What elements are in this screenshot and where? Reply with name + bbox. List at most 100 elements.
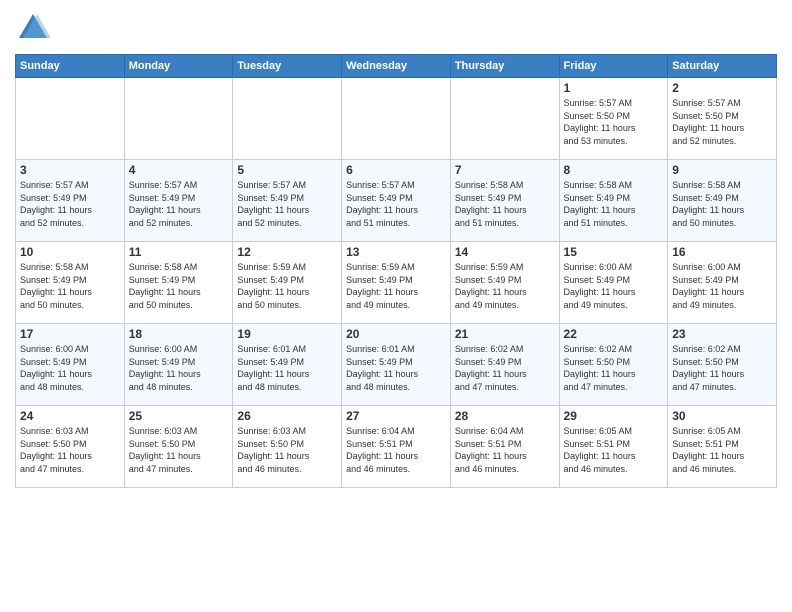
calendar-cell: 28Sunrise: 6:04 AM Sunset: 5:51 PM Dayli… — [450, 406, 559, 488]
day-number: 17 — [20, 327, 120, 341]
weekday-header: Sunday — [16, 55, 125, 78]
day-number: 30 — [672, 409, 772, 423]
weekday-header: Wednesday — [342, 55, 451, 78]
day-number: 5 — [237, 163, 337, 177]
calendar-cell: 16Sunrise: 6:00 AM Sunset: 5:49 PM Dayli… — [668, 242, 777, 324]
day-number: 4 — [129, 163, 229, 177]
day-info: Sunrise: 5:57 AM Sunset: 5:49 PM Dayligh… — [346, 179, 446, 229]
day-info: Sunrise: 6:00 AM Sunset: 5:49 PM Dayligh… — [564, 261, 664, 311]
day-info: Sunrise: 6:03 AM Sunset: 5:50 PM Dayligh… — [129, 425, 229, 475]
calendar-cell: 3 Sunrise: 5:57 AM Sunset: 5:49 PM Daylig… — [16, 160, 125, 242]
calendar-cell — [16, 78, 125, 160]
day-number: 3 — [20, 163, 120, 177]
day-number: 25 — [129, 409, 229, 423]
calendar-cell: 15 Sunrise: 6:00 AM Sunset: 5:49 PM Dayli… — [559, 242, 668, 324]
calendar-cell: 22 Sunrise: 6:02 AM Sunset: 5:50 PM Dayli… — [559, 324, 668, 406]
day-info: Sunrise: 6:03 AM Sunset: 5:50 PM Dayligh… — [20, 425, 120, 475]
calendar-cell: 20 Sunrise: 6:01 AM Sunset: 5:49 PM Dayli… — [342, 324, 451, 406]
day-number: 7 — [455, 163, 555, 177]
calendar-cell: 25 Sunrise: 6:03 AM Sunset: 5:50 PM Dayli… — [124, 406, 233, 488]
day-number: 16 — [672, 245, 772, 259]
header — [15, 10, 777, 46]
calendar-cell: 5 Sunrise: 5:57 AM Sunset: 5:49 PM Daylig… — [233, 160, 342, 242]
calendar-cell: 8 Sunrise: 5:58 AM Sunset: 5:49 PM Daylig… — [559, 160, 668, 242]
calendar-cell — [233, 78, 342, 160]
day-info: Sunrise: 5:57 AM Sunset: 5:49 PM Dayligh… — [237, 179, 337, 229]
calendar-header-row: SundayMondayTuesdayWednesdayThursdayFrid… — [16, 55, 777, 78]
day-info: Sunrise: 5:58 AM Sunset: 5:49 PM Dayligh… — [20, 261, 120, 311]
calendar-week-row: 10 Sunrise: 5:58 AM Sunset: 5:49 PM Dayli… — [16, 242, 777, 324]
day-number: 24 — [20, 409, 120, 423]
day-info: Sunrise: 6:02 AM Sunset: 5:50 PM Dayligh… — [564, 343, 664, 393]
calendar: SundayMondayTuesdayWednesdayThursdayFrid… — [15, 54, 777, 488]
day-number: 18 — [129, 327, 229, 341]
day-info: Sunrise: 5:58 AM Sunset: 5:49 PM Dayligh… — [672, 179, 772, 229]
day-number: 1 — [564, 81, 664, 95]
day-info: Sunrise: 5:59 AM Sunset: 5:49 PM Dayligh… — [346, 261, 446, 311]
day-number: 8 — [564, 163, 664, 177]
calendar-cell: 26 Sunrise: 6:03 AM Sunset: 5:50 PM Dayli… — [233, 406, 342, 488]
calendar-cell: 10 Sunrise: 5:58 AM Sunset: 5:49 PM Dayli… — [16, 242, 125, 324]
day-info: Sunrise: 6:01 AM Sunset: 5:49 PM Dayligh… — [346, 343, 446, 393]
calendar-cell: 4 Sunrise: 5:57 AM Sunset: 5:49 PM Daylig… — [124, 160, 233, 242]
calendar-cell — [450, 78, 559, 160]
page: SundayMondayTuesdayWednesdayThursdayFrid… — [0, 0, 792, 612]
calendar-week-row: 17 Sunrise: 6:00 AM Sunset: 5:49 PM Dayli… — [16, 324, 777, 406]
calendar-week-row: 1 Sunrise: 5:57 AM Sunset: 5:50 PM Daylig… — [16, 78, 777, 160]
calendar-week-row: 3 Sunrise: 5:57 AM Sunset: 5:49 PM Daylig… — [16, 160, 777, 242]
day-info: Sunrise: 6:04 AM Sunset: 5:51 PM Dayligh… — [346, 425, 446, 475]
day-number: 23 — [672, 327, 772, 341]
day-number: 10 — [20, 245, 120, 259]
calendar-cell: 19 Sunrise: 6:01 AM Sunset: 5:49 PM Dayli… — [233, 324, 342, 406]
calendar-week-row: 24 Sunrise: 6:03 AM Sunset: 5:50 PM Dayli… — [16, 406, 777, 488]
day-info: Sunrise: 6:03 AM Sunset: 5:50 PM Dayligh… — [237, 425, 337, 475]
calendar-cell: 30 Sunrise: 6:05 AM Sunset: 5:51 PM Dayli… — [668, 406, 777, 488]
day-info: Sunrise: 6:05 AM Sunset: 5:51 PM Dayligh… — [564, 425, 664, 475]
calendar-cell: 7 Sunrise: 5:58 AM Sunset: 5:49 PM Daylig… — [450, 160, 559, 242]
day-info: Sunrise: 5:58 AM Sunset: 5:49 PM Dayligh… — [455, 179, 555, 229]
day-number: 26 — [237, 409, 337, 423]
calendar-cell: 14Sunrise: 5:59 AM Sunset: 5:49 PM Dayli… — [450, 242, 559, 324]
day-info: Sunrise: 5:57 AM Sunset: 5:50 PM Dayligh… — [564, 97, 664, 147]
calendar-cell: 13 Sunrise: 5:59 AM Sunset: 5:49 PM Dayli… — [342, 242, 451, 324]
day-info: Sunrise: 5:58 AM Sunset: 5:49 PM Dayligh… — [129, 261, 229, 311]
calendar-cell: 2 Sunrise: 5:57 AM Sunset: 5:50 PM Daylig… — [668, 78, 777, 160]
day-info: Sunrise: 6:00 AM Sunset: 5:49 PM Dayligh… — [20, 343, 120, 393]
day-info: Sunrise: 6:02 AM Sunset: 5:49 PM Dayligh… — [455, 343, 555, 393]
day-info: Sunrise: 5:58 AM Sunset: 5:49 PM Dayligh… — [564, 179, 664, 229]
calendar-cell: 11 Sunrise: 5:58 AM Sunset: 5:49 PM Dayli… — [124, 242, 233, 324]
day-number: 2 — [672, 81, 772, 95]
day-number: 27 — [346, 409, 446, 423]
calendar-cell: 17 Sunrise: 6:00 AM Sunset: 5:49 PM Dayli… — [16, 324, 125, 406]
day-info: Sunrise: 6:00 AM Sunset: 5:49 PM Dayligh… — [129, 343, 229, 393]
day-info: Sunrise: 5:57 AM Sunset: 5:50 PM Dayligh… — [672, 97, 772, 147]
day-info: Sunrise: 5:59 AM Sunset: 5:49 PM Dayligh… — [237, 261, 337, 311]
day-number: 22 — [564, 327, 664, 341]
calendar-cell: 24 Sunrise: 6:03 AM Sunset: 5:50 PM Dayli… — [16, 406, 125, 488]
calendar-cell: 23 Sunrise: 6:02 AM Sunset: 5:50 PM Dayli… — [668, 324, 777, 406]
calendar-cell: 1 Sunrise: 5:57 AM Sunset: 5:50 PM Daylig… — [559, 78, 668, 160]
weekday-header: Monday — [124, 55, 233, 78]
calendar-cell: 18 Sunrise: 6:00 AM Sunset: 5:49 PM Dayli… — [124, 324, 233, 406]
day-info: Sunrise: 5:59 AM Sunset: 5:49 PM Dayligh… — [455, 261, 555, 311]
day-number: 13 — [346, 245, 446, 259]
day-info: Sunrise: 6:05 AM Sunset: 5:51 PM Dayligh… — [672, 425, 772, 475]
day-number: 19 — [237, 327, 337, 341]
day-info: Sunrise: 5:57 AM Sunset: 5:49 PM Dayligh… — [20, 179, 120, 229]
day-info: Sunrise: 5:57 AM Sunset: 5:49 PM Dayligh… — [129, 179, 229, 229]
calendar-cell: 9Sunrise: 5:58 AM Sunset: 5:49 PM Daylig… — [668, 160, 777, 242]
weekday-header: Thursday — [450, 55, 559, 78]
day-info: Sunrise: 6:01 AM Sunset: 5:49 PM Dayligh… — [237, 343, 337, 393]
day-number: 20 — [346, 327, 446, 341]
day-number: 6 — [346, 163, 446, 177]
day-number: 29 — [564, 409, 664, 423]
weekday-header: Friday — [559, 55, 668, 78]
day-number: 15 — [564, 245, 664, 259]
day-number: 11 — [129, 245, 229, 259]
calendar-cell — [124, 78, 233, 160]
day-number: 28 — [455, 409, 555, 423]
logo-icon — [15, 10, 51, 46]
calendar-cell: 6 Sunrise: 5:57 AM Sunset: 5:49 PM Daylig… — [342, 160, 451, 242]
day-info: Sunrise: 6:02 AM Sunset: 5:50 PM Dayligh… — [672, 343, 772, 393]
day-number: 12 — [237, 245, 337, 259]
